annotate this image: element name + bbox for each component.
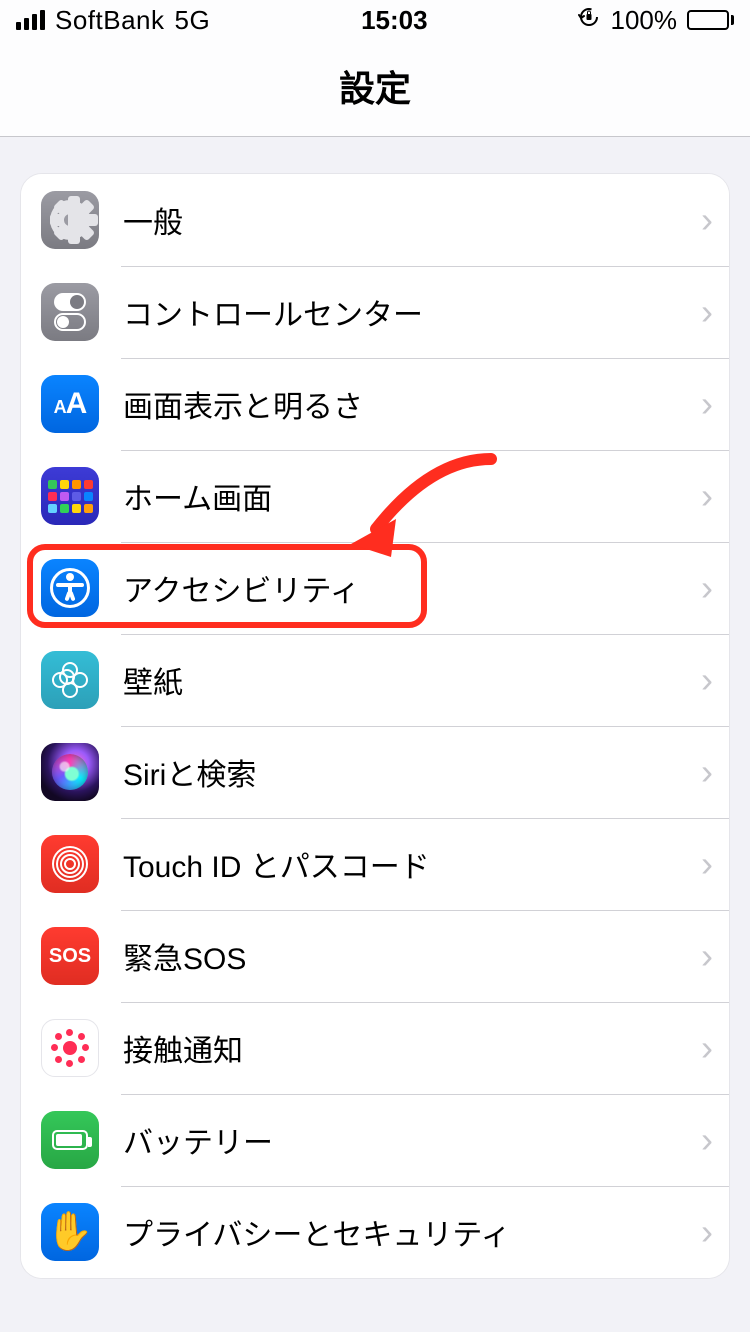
settings-row-privacy[interactable]: ✋ プライバシーとセキュリティ ›	[21, 1186, 729, 1278]
chevron-right-icon: ›	[693, 1027, 713, 1069]
battery-icon	[687, 10, 734, 30]
chevron-right-icon: ›	[693, 935, 713, 977]
settings-group: 一般 › コントロールセンター › AA 画面表示と明るさ › ホーム画面 ›	[20, 173, 730, 1279]
clock: 15:03	[361, 5, 428, 36]
row-label: コントロールセンター	[123, 290, 693, 334]
settings-row-sos[interactable]: SOS 緊急SOS ›	[21, 910, 729, 1002]
carrier-name: SoftBank	[55, 5, 165, 36]
row-label: ホーム画面	[123, 474, 693, 518]
chevron-right-icon: ›	[693, 567, 713, 609]
gear-icon	[41, 191, 99, 249]
row-label: Touch ID とパスコード	[123, 842, 693, 886]
settings-row-home-screen[interactable]: ホーム画面 ›	[21, 450, 729, 542]
row-label: 壁紙	[123, 658, 693, 702]
fingerprint-icon	[41, 835, 99, 893]
chevron-right-icon: ›	[693, 291, 713, 333]
status-bar: SoftBank 5G 15:03 100%	[0, 0, 750, 40]
page-title: 設定	[0, 40, 750, 137]
row-label: バッテリー	[123, 1118, 693, 1162]
exposure-icon	[41, 1019, 99, 1077]
row-label: 緊急SOS	[123, 934, 693, 978]
orientation-lock-icon	[578, 6, 600, 34]
settings-row-exposure[interactable]: 接触通知 ›	[21, 1002, 729, 1094]
chevron-right-icon: ›	[693, 751, 713, 793]
settings-row-general[interactable]: 一般 ›	[21, 174, 729, 266]
chevron-right-icon: ›	[693, 1211, 713, 1253]
row-label: 接触通知	[123, 1026, 693, 1070]
chevron-right-icon: ›	[693, 1119, 713, 1161]
settings-row-wallpaper[interactable]: 壁紙 ›	[21, 634, 729, 726]
chevron-right-icon: ›	[693, 843, 713, 885]
settings-row-siri[interactable]: Siriと検索 ›	[21, 726, 729, 818]
row-label: 画面表示と明るさ	[123, 382, 693, 426]
settings-row-battery[interactable]: バッテリー ›	[21, 1094, 729, 1186]
battery-percent: 100%	[610, 5, 677, 36]
row-label: アクセシビリティ	[123, 566, 693, 610]
signal-icon	[16, 10, 45, 30]
siri-icon	[41, 743, 99, 801]
row-label: プライバシーとセキュリティ	[123, 1210, 693, 1254]
chevron-right-icon: ›	[693, 659, 713, 701]
chevron-right-icon: ›	[693, 383, 713, 425]
network-type: 5G	[175, 5, 211, 36]
chevron-right-icon: ›	[693, 199, 713, 241]
row-label: Siriと検索	[123, 750, 693, 794]
settings-row-accessibility[interactable]: アクセシビリティ ›	[21, 542, 729, 634]
chevron-right-icon: ›	[693, 475, 713, 517]
app-grid-icon	[41, 467, 99, 525]
settings-row-display[interactable]: AA 画面表示と明るさ ›	[21, 358, 729, 450]
flower-icon	[41, 651, 99, 709]
accessibility-icon	[41, 559, 99, 617]
battery-row-icon	[41, 1111, 99, 1169]
hand-icon: ✋	[41, 1203, 99, 1261]
row-label: 一般	[123, 198, 693, 242]
settings-row-control-center[interactable]: コントロールセンター ›	[21, 266, 729, 358]
toggles-icon	[41, 283, 99, 341]
settings-row-touchid[interactable]: Touch ID とパスコード ›	[21, 818, 729, 910]
text-size-icon: AA	[41, 375, 99, 433]
sos-icon: SOS	[41, 927, 99, 985]
